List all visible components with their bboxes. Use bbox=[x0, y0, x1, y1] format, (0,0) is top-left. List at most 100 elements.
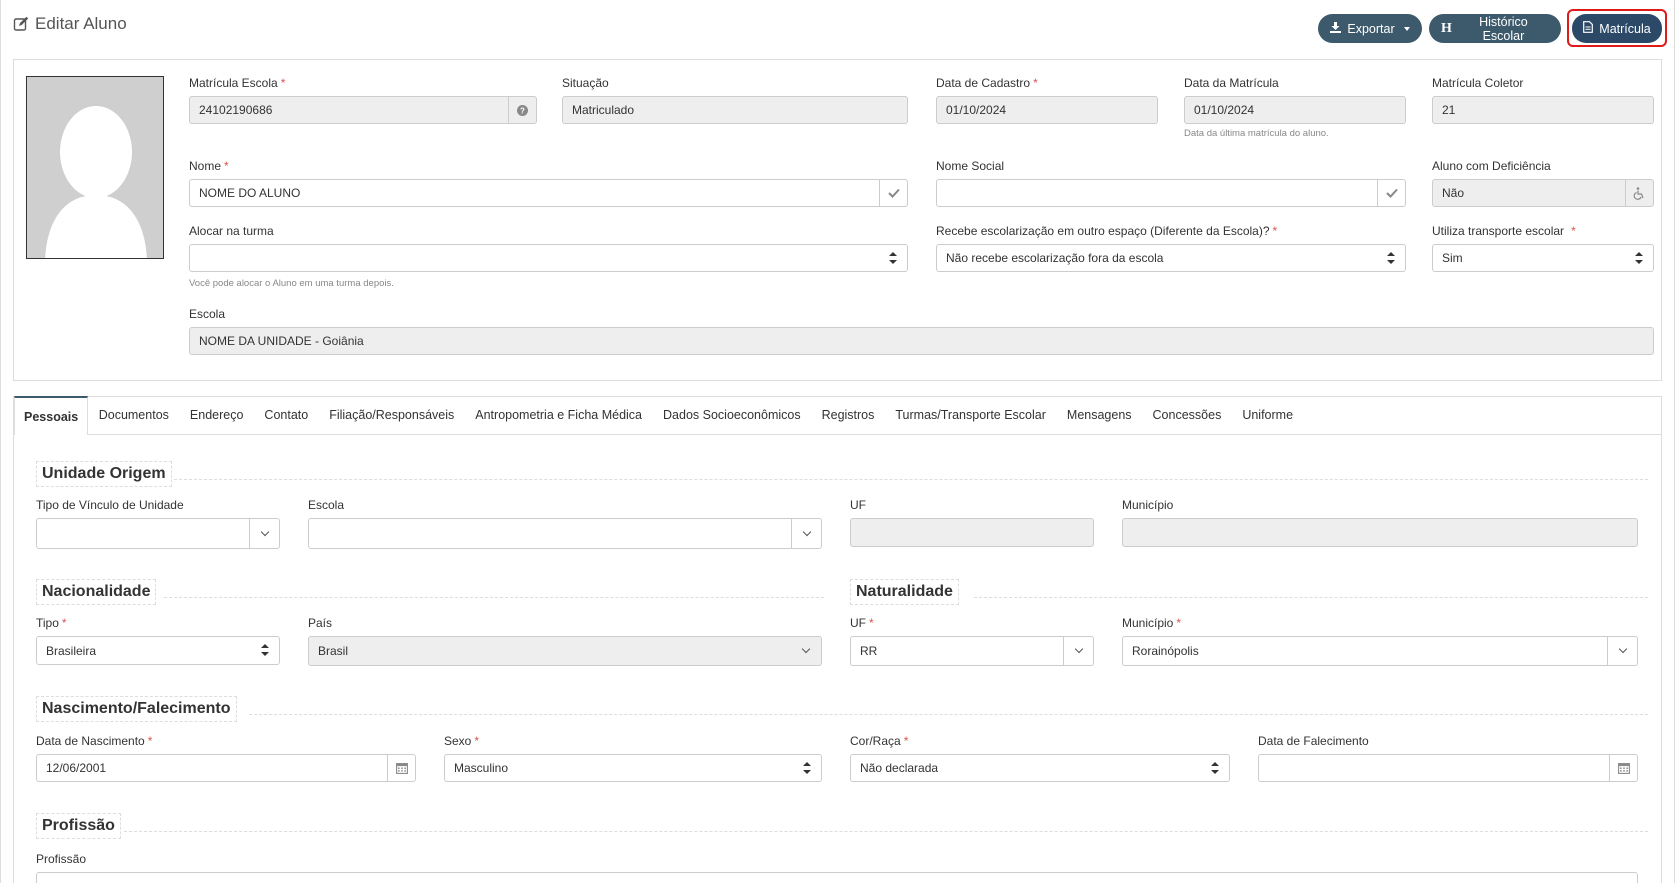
historico-icon: H bbox=[1441, 20, 1452, 36]
student-summary-card: Matrícula Escola * 24102190686 ? Situação… bbox=[13, 59, 1662, 381]
check-icon bbox=[879, 180, 907, 206]
select-arrows-icon bbox=[1387, 252, 1395, 264]
tab-bar: Pessoais Documentos Endereço Contato Fil… bbox=[14, 396, 1661, 435]
nome-label: Nome * bbox=[189, 159, 229, 173]
nome-social-label: Nome Social bbox=[936, 159, 1005, 173]
nome-input[interactable]: NOME DO ALUNO bbox=[189, 179, 908, 207]
alocar-turma-label: Alocar na turma bbox=[189, 224, 274, 238]
calendar-icon[interactable] bbox=[1609, 755, 1637, 781]
nacionalidade-tipo-value: Brasileira bbox=[46, 643, 97, 658]
section-divider bbox=[164, 597, 824, 598]
nacionalidade-tipo-select[interactable]: Brasileira bbox=[36, 636, 280, 665]
cor-raca-value: Não declarada bbox=[860, 761, 939, 775]
matricula-escola-label: Matrícula Escola * bbox=[189, 76, 286, 90]
help-icon[interactable]: ? bbox=[508, 97, 536, 123]
matricula-button[interactable]: Matrícula bbox=[1572, 14, 1662, 43]
section-divider bbox=[124, 831, 1648, 832]
transporte-label: Utiliza transporte escolar * bbox=[1432, 224, 1576, 238]
profissao-label: Profissão bbox=[36, 852, 87, 866]
nome-social-input[interactable] bbox=[936, 179, 1406, 207]
origem-uf-label: UF bbox=[850, 498, 866, 512]
data-matricula-label: Data da Matrícula bbox=[1184, 76, 1279, 90]
tab-concessoes[interactable]: Concessões bbox=[1142, 396, 1232, 434]
export-button[interactable]: Exportar bbox=[1318, 14, 1422, 43]
check-icon bbox=[1377, 180, 1405, 206]
wheelchair-icon[interactable] bbox=[1625, 180, 1653, 206]
situacao-field: Matriculado bbox=[562, 96, 908, 124]
data-cadastro-label: Data de Cadastro * bbox=[936, 76, 1038, 90]
escola-label: Escola bbox=[189, 307, 226, 321]
tab-uniforme[interactable]: Uniforme bbox=[1232, 396, 1304, 434]
section-divider bbox=[974, 597, 1648, 598]
matricula-coletor-value: 21 bbox=[1442, 103, 1456, 117]
tab-pessoais[interactable]: Pessoais bbox=[14, 396, 89, 435]
unidade-origem-title: Unidade Origem bbox=[36, 461, 172, 487]
tab-endereco[interactable]: Endereço bbox=[179, 396, 254, 434]
chevron-down-icon bbox=[791, 637, 821, 665]
chevron-down-icon bbox=[1063, 637, 1093, 665]
escolarizacao-label: Recebe escolarização em outro espaço (Di… bbox=[936, 224, 1278, 238]
sexo-select[interactable]: Masculino bbox=[444, 754, 822, 782]
avatar-icon bbox=[45, 106, 147, 258]
student-photo-placeholder[interactable] bbox=[26, 76, 164, 259]
naturalidade-municipio-label: Município * bbox=[1122, 616, 1182, 630]
alocar-turma-select[interactable] bbox=[189, 244, 908, 272]
data-nascimento-input[interactable]: 12/06/2001 bbox=[36, 754, 416, 782]
naturalidade-uf-label: UF * bbox=[850, 616, 874, 630]
escolarizacao-select[interactable]: Não recebe escolarização fora da escola bbox=[936, 244, 1406, 272]
matricula-label: Matrícula bbox=[1599, 21, 1651, 36]
tipo-vinculo-select[interactable] bbox=[36, 518, 280, 549]
tab-contato[interactable]: Contato bbox=[254, 396, 319, 434]
historico-escolar-button[interactable]: H Histórico Escolar bbox=[1429, 14, 1561, 43]
page-title: Editar Aluno bbox=[13, 14, 127, 34]
naturalidade-title: Naturalidade bbox=[850, 579, 959, 605]
chevron-down-icon bbox=[791, 519, 821, 548]
data-cadastro-value: 01/10/2024 bbox=[946, 103, 1007, 117]
matricula-escola-field: 24102190686 ? bbox=[189, 96, 537, 124]
matricula-coletor-field: 21 bbox=[1432, 96, 1654, 124]
tab-antropometria[interactable]: Antropometria e Ficha Médica bbox=[465, 396, 653, 434]
data-falecimento-label: Data de Falecimento bbox=[1258, 734, 1369, 748]
tab-documentos[interactable]: Documentos bbox=[88, 396, 179, 434]
tab-registros[interactable]: Registros bbox=[811, 396, 885, 434]
nacionalidade-title: Nacionalidade bbox=[36, 579, 157, 605]
sexo-label: Sexo * bbox=[444, 734, 480, 748]
section-divider bbox=[249, 714, 1648, 715]
details-tabs-card: Pessoais Documentos Endereço Contato Fil… bbox=[13, 396, 1662, 883]
naturalidade-municipio-select[interactable]: Rorainópolis bbox=[1122, 636, 1638, 666]
alocar-turma-help: Você pode alocar o Aluno em uma turma de… bbox=[189, 278, 394, 289]
file-icon bbox=[1583, 21, 1594, 36]
calendar-icon[interactable] bbox=[387, 755, 415, 781]
data-nascimento-label: Data de Nascimento * bbox=[36, 734, 153, 748]
nascimento-title: Nascimento/Falecimento bbox=[36, 696, 237, 722]
tab-socioeconomicos[interactable]: Dados Socioeconômicos bbox=[653, 396, 812, 434]
select-arrows-icon bbox=[1211, 762, 1219, 774]
tab-mensagens[interactable]: Mensagens bbox=[1056, 396, 1142, 434]
naturalidade-uf-value: RR bbox=[860, 644, 878, 658]
cor-raca-label: Cor/Raça * bbox=[850, 734, 909, 748]
profissao-select[interactable] bbox=[36, 872, 1638, 883]
cor-raca-select[interactable]: Não declarada bbox=[850, 754, 1230, 782]
select-arrows-icon bbox=[889, 252, 897, 264]
situacao-label: Situação bbox=[562, 76, 609, 90]
escola-value: NOME DA UNIDADE - Goiânia bbox=[199, 334, 364, 348]
data-matricula-field: 01/10/2024 bbox=[1184, 96, 1406, 124]
naturalidade-municipio-value: Rorainópolis bbox=[1132, 644, 1199, 658]
naturalidade-uf-select[interactable]: RR bbox=[850, 636, 1094, 666]
tab-filiacao[interactable]: Filiação/Responsáveis bbox=[319, 396, 465, 434]
matricula-coletor-label: Matrícula Coletor bbox=[1432, 76, 1524, 90]
download-icon bbox=[1330, 21, 1342, 36]
data-cadastro-field: 01/10/2024 bbox=[936, 96, 1158, 124]
profissao-title: Profissão bbox=[36, 813, 121, 839]
data-falecimento-input[interactable] bbox=[1258, 754, 1638, 782]
nacionalidade-tipo-label: Tipo * bbox=[36, 616, 67, 630]
aluno-deficiencia-label: Aluno com Deficiência bbox=[1432, 159, 1551, 173]
tab-turmas-transporte[interactable]: Turmas/Transporte Escolar bbox=[885, 396, 1057, 434]
transporte-select[interactable]: Sim bbox=[1432, 244, 1654, 272]
escola-field: NOME DA UNIDADE - Goiânia bbox=[189, 327, 1654, 355]
select-arrows-icon bbox=[803, 762, 811, 774]
select-arrows-icon bbox=[261, 644, 269, 656]
matricula-escola-value: 24102190686 bbox=[199, 103, 273, 117]
aluno-deficiencia-value: Não bbox=[1442, 186, 1465, 200]
origem-escola-select[interactable] bbox=[308, 518, 822, 549]
